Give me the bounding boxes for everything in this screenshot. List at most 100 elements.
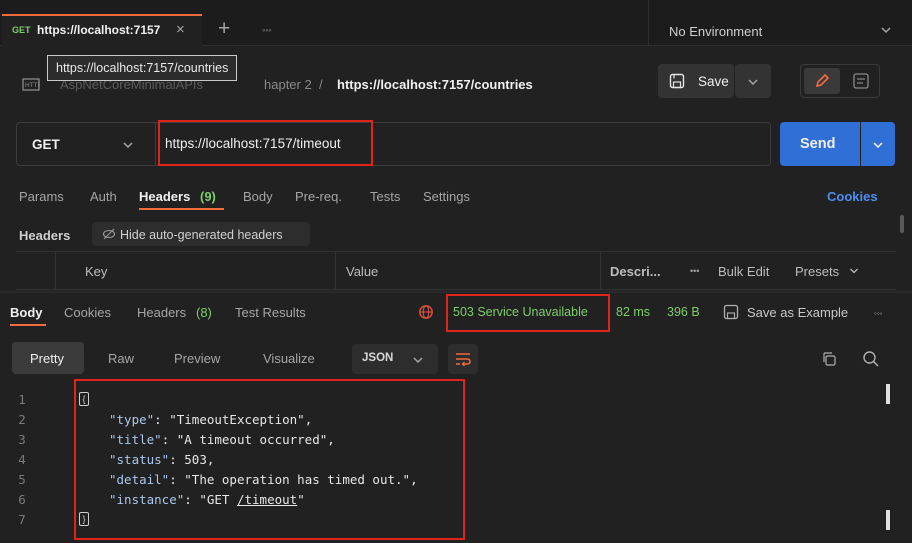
response-tab-cookies[interactable]: Cookies [64,305,111,320]
more-options-icon[interactable]: ••• [690,266,699,276]
chevron-down-icon [849,267,859,275]
line-number: 6 [18,492,26,507]
column-key: Key [85,264,108,279]
response-tab-headers[interactable]: Headers [137,305,186,320]
tab-headers[interactable]: Headers [139,189,190,204]
chevron-down-icon[interactable] [880,25,892,35]
json-value: "A timeout occurred" [176,432,328,447]
presets-button[interactable]: Presets [795,264,839,279]
breadcrumb-current[interactable]: https://localhost:7157/countries [337,77,533,92]
cookies-link[interactable]: Cookies [827,189,878,204]
response-tab-body[interactable]: Body [10,305,43,320]
response-headers-count: (8) [196,305,212,320]
tab-auth[interactable]: Auth [90,189,117,204]
chevron-down-icon [747,77,759,87]
search-icon[interactable] [862,350,880,368]
save-as-example-button[interactable]: Save as Example [747,305,848,320]
tab-prereq[interactable]: Pre-req. [295,189,342,204]
breadcrumb-separator: / [319,77,323,92]
json-key: "type" [109,412,155,427]
view-pretty-label: Pretty [30,351,64,366]
scrollbar-thumb[interactable] [886,384,890,404]
chevron-down-icon[interactable] [122,140,134,150]
globe-icon[interactable] [418,304,435,321]
json-key: "status" [109,452,170,467]
documentation-icon[interactable] [852,72,870,90]
json-sep: : [154,412,170,427]
table-divider [55,252,56,290]
fold-toggle-icon[interactable]: { [79,392,89,406]
tab-title: https://localhost:7157 [37,23,161,37]
json-value: "TimeoutException" [169,412,305,427]
environment-divider [648,0,649,46]
wrap-lines-icon [454,350,472,368]
fold-toggle-icon[interactable]: } [79,512,89,526]
tab-params[interactable]: Params [19,189,64,204]
http-request-icon: HTTP [22,76,40,92]
json-value: " [297,492,305,507]
view-raw-button[interactable]: Raw [108,351,134,366]
table-divider [335,252,336,290]
json-sep: : [169,452,185,467]
json-key: "title" [109,432,162,447]
copy-icon[interactable] [821,351,837,367]
json-value: 503 [184,452,207,467]
code-line: "type": "TimeoutException", [109,410,418,430]
line-number: 7 [18,512,26,527]
new-tab-icon[interactable]: + [218,17,230,41]
table-divider [600,252,601,290]
more-tabs-icon[interactable]: ◦◦◦ [262,25,272,35]
view-visualize-button[interactable]: Visualize [263,351,315,366]
column-value: Value [346,264,379,279]
breadcrumb-folder[interactable]: hapter 2 [264,77,312,92]
line-number: 4 [18,452,26,467]
active-tab-indicator [10,324,46,326]
json-key: "detail" [109,472,170,487]
code-line: "instance": "GET /timeout" [109,490,418,510]
json-value: "The operation has timed out." [184,472,411,487]
status-code[interactable]: 503 Service Unavailable [453,305,588,319]
method-divider [155,123,156,165]
eye-off-icon [102,227,116,241]
tab-body[interactable]: Body [243,189,273,204]
send-label: Send [800,136,836,152]
json-trail: , [206,452,215,467]
response-tab-test-results[interactable]: Test Results [235,305,306,320]
json-trail: , [410,472,418,487]
line-numbers: 1 2 3 4 5 6 7 [0,390,44,530]
url-input[interactable]: https://localhost:7157/timeout [165,136,341,151]
code-line: "detail": "The operation has timed out."… [109,470,418,490]
method-selector[interactable]: GET [32,137,60,152]
tab-tests[interactable]: Tests [370,189,400,204]
line-number: 3 [18,432,26,447]
chevron-down-icon [872,140,884,150]
url-tooltip: https://localhost:7157/countries [47,55,238,81]
scrollbar[interactable] [900,215,904,233]
code-line: "title": "A timeout occurred", [109,430,418,450]
response-time[interactable]: 82 ms [616,305,650,319]
column-description: Descri... [610,264,661,279]
json-trail: , [327,432,335,447]
view-preview-button[interactable]: Preview [174,351,220,366]
tab-settings[interactable]: Settings [423,189,470,204]
environment-selector[interactable]: No Environment [669,24,762,39]
hide-auto-headers-label: Hide auto-generated headers [120,228,283,242]
response-body: "type": "TimeoutException", "title": "A … [109,410,418,510]
json-sep: : [161,432,177,447]
bulk-edit-button[interactable]: Bulk Edit [718,264,769,279]
format-label: JSON [362,352,394,364]
response-size[interactable]: 396 B [667,305,700,319]
pane-divider[interactable] [0,291,912,293]
json-key: "instance" [109,492,185,507]
more-options-icon[interactable]: ◦◦◦ [874,309,883,318]
line-number: 2 [18,412,26,427]
svg-text:HTTP: HTTP [25,82,40,89]
pencil-icon [813,72,831,90]
json-link[interactable]: /timeout [237,492,297,507]
json-sep: : [169,472,185,487]
json-sep: : [184,492,200,507]
active-tab-indicator [139,208,224,210]
scrollbar-thumb[interactable] [886,510,890,530]
close-tab-icon[interactable]: × [176,21,185,38]
save-icon [723,304,739,320]
